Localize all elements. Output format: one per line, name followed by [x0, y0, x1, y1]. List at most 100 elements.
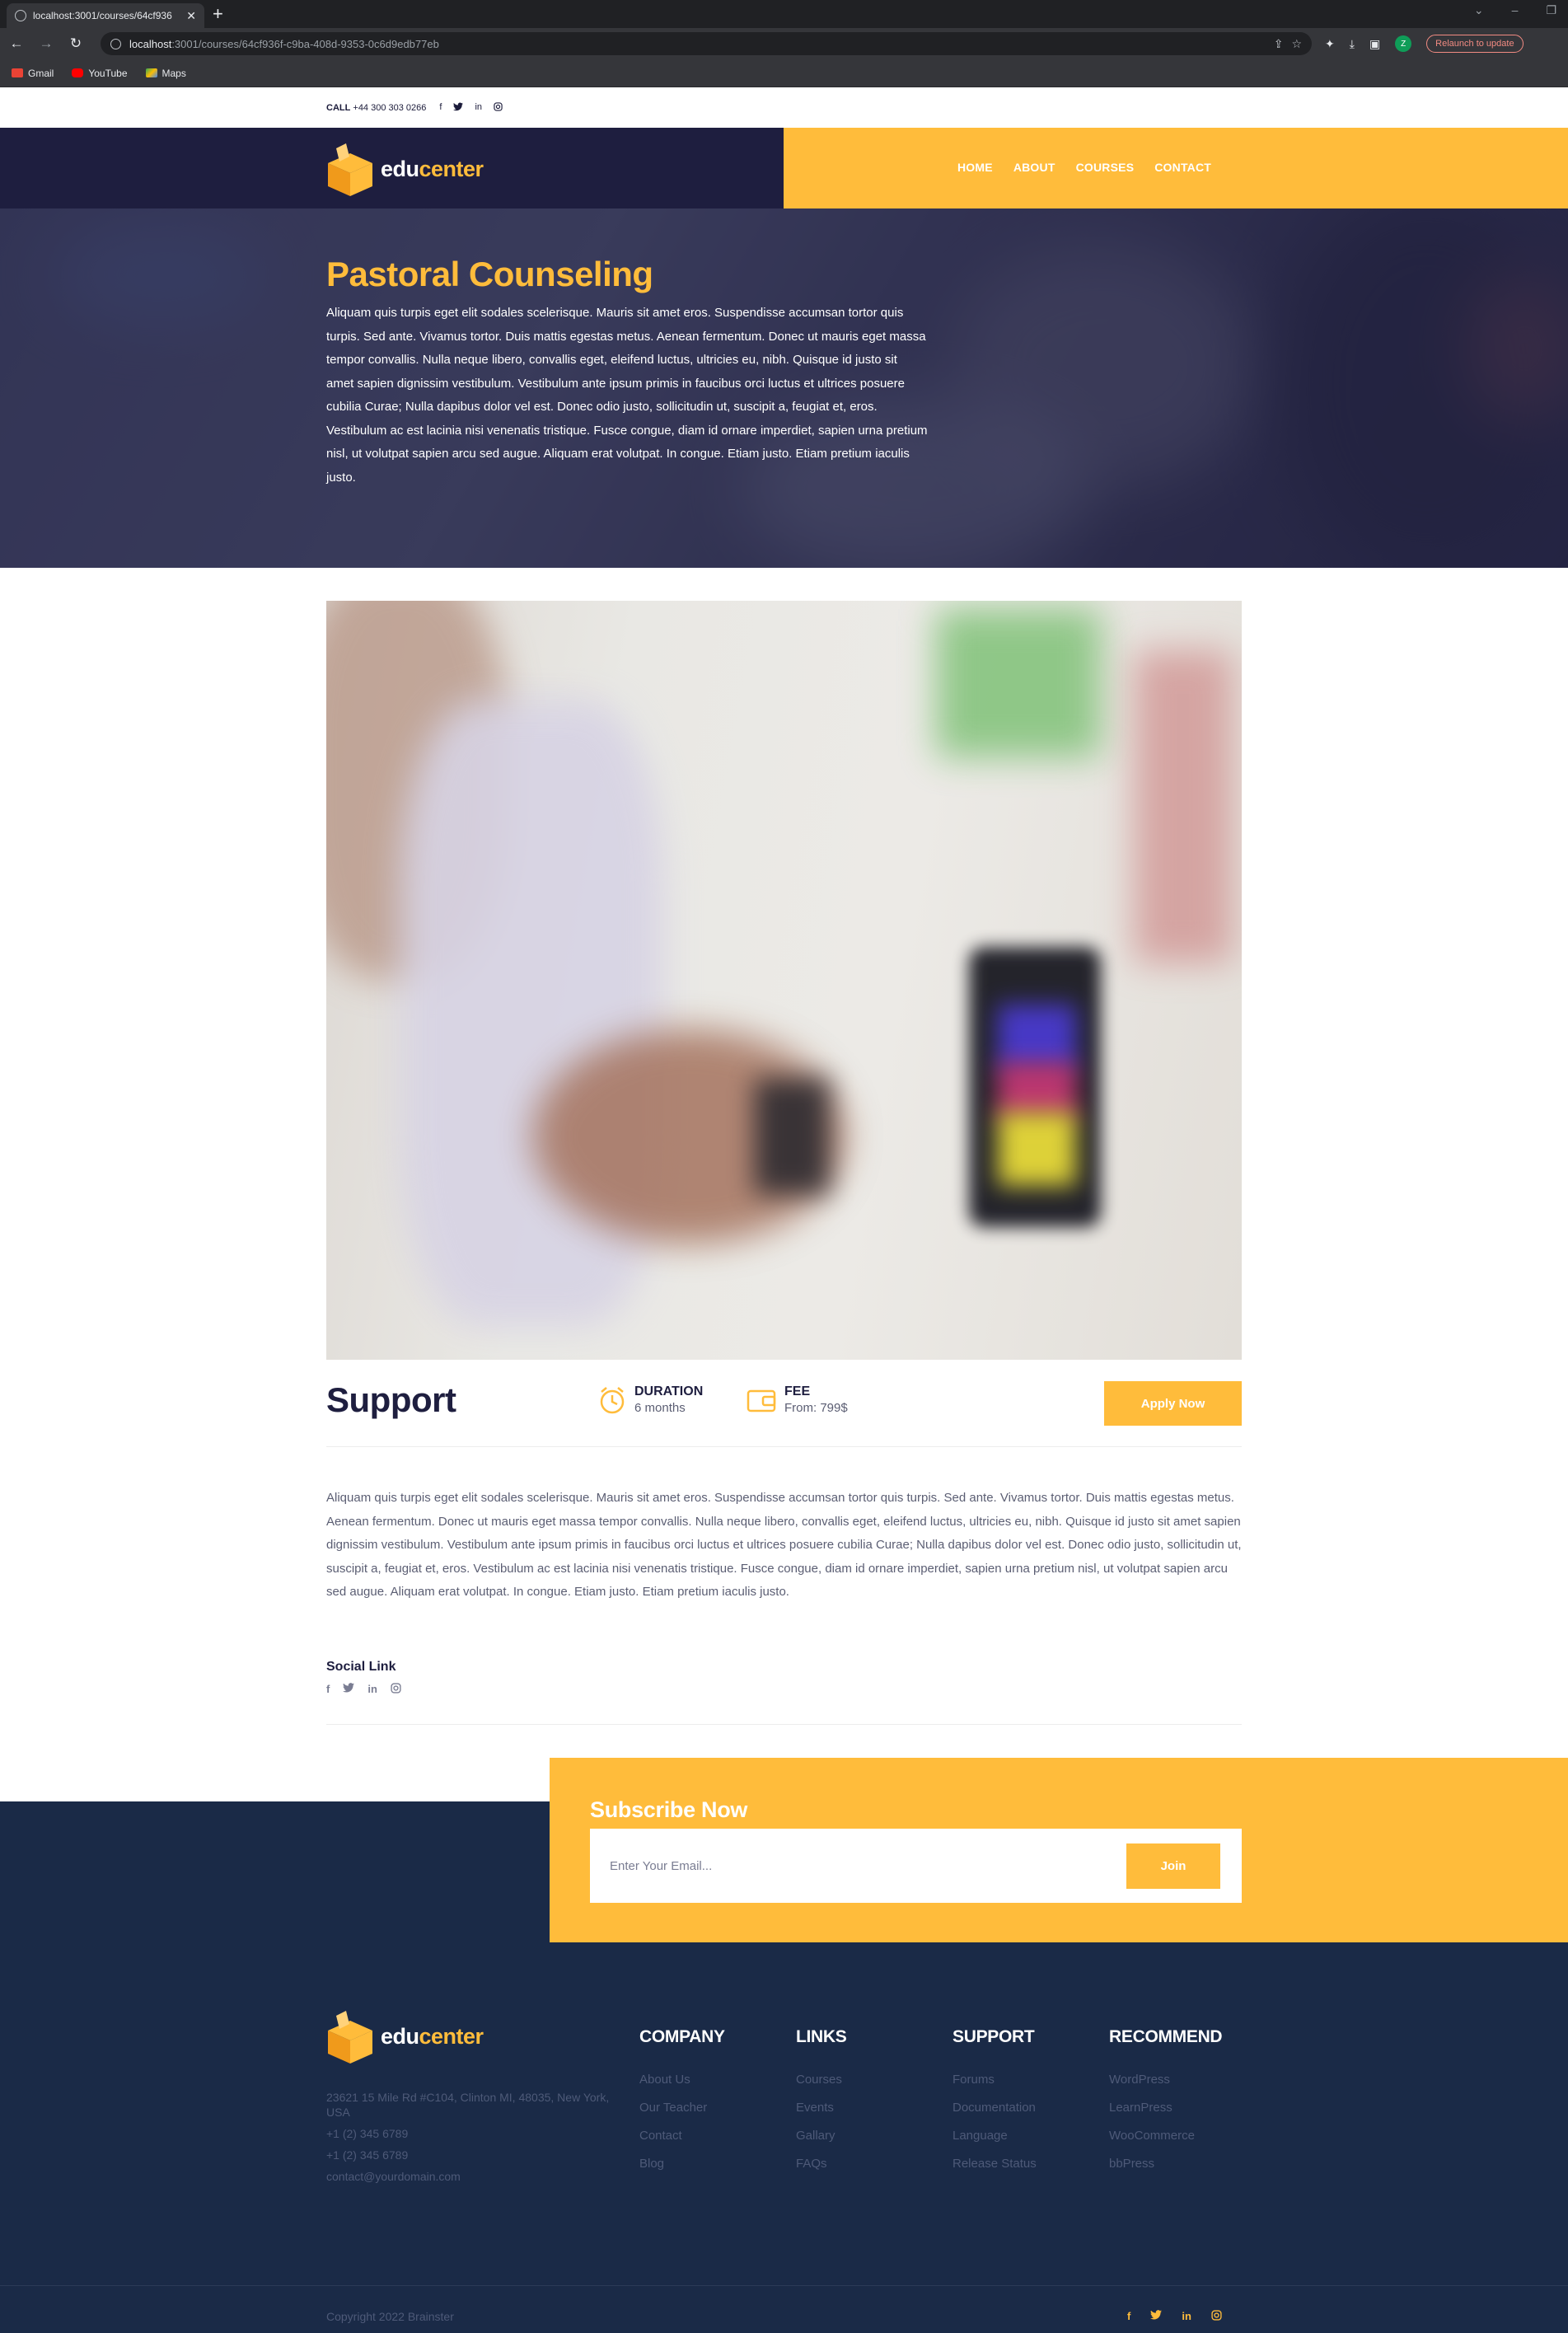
subscribe-box: Subscribe Now Join	[550, 1758, 1568, 1942]
url-text: localhost:3001/courses/64cf936f-c9ba-408…	[129, 38, 1266, 50]
linkedin-icon[interactable]: in	[1182, 2310, 1191, 2323]
footer-link[interactable]: Blog	[639, 2157, 725, 2171]
logo-text-center: center	[419, 156, 484, 181]
twitter-icon[interactable]	[343, 1683, 355, 1696]
nav-about[interactable]: ABOUT	[1013, 161, 1055, 174]
nav-home[interactable]: HOME	[957, 161, 993, 174]
bookmark-maps[interactable]: Maps	[145, 67, 186, 79]
duration-value: 6 months	[634, 1401, 686, 1415]
footer-social-links: f in	[1127, 2310, 1222, 2323]
chevron-down-icon[interactable]: ⌄	[1474, 3, 1484, 17]
subscribe-form: Join	[590, 1829, 1242, 1903]
photo-shape	[936, 609, 1101, 757]
footer-link[interactable]: Contact	[639, 2129, 725, 2143]
footer-address: 23621 15 Mile Rd #C104, Clinton MI, 4803…	[326, 2091, 610, 2119]
globe-icon	[15, 10, 26, 21]
new-tab-button[interactable]: +	[213, 5, 223, 23]
site-header: educenter HOME ABOUT COURSES CONTACT	[0, 128, 1568, 208]
gmail-icon	[12, 68, 23, 77]
facebook-icon[interactable]: f	[439, 102, 442, 114]
photo-shape	[998, 1005, 1076, 1070]
footer-link[interactable]: Language	[953, 2129, 1037, 2143]
course-title: Pastoral Counseling	[326, 255, 653, 293]
browser-tab-bar: localhost:3001/courses/64cf936 ✕ + ⌄ – ❐	[0, 0, 1568, 28]
forward-icon[interactable]: →	[38, 35, 54, 52]
call-info: CALL +44 300 303 0266	[326, 103, 426, 113]
bookmark-youtube[interactable]: YouTube	[72, 67, 128, 79]
top-contact-bar: CALL +44 300 303 0266 f in	[0, 87, 1568, 129]
instagram-icon[interactable]	[1211, 2310, 1222, 2323]
footer-link[interactable]: bbPress	[1109, 2157, 1222, 2171]
linkedin-icon[interactable]: in	[367, 1683, 377, 1696]
footer-link[interactable]: WordPress	[1109, 2073, 1222, 2087]
twitter-icon[interactable]	[453, 102, 464, 114]
footer-link[interactable]: Release Status	[953, 2157, 1037, 2171]
footer-link[interactable]: Documentation	[953, 2101, 1037, 2115]
bookmark-label: Maps	[161, 67, 186, 79]
browser-toolbar: ← → ↻ localhost:3001/courses/64cf936f-c9…	[0, 28, 1568, 59]
footer-link[interactable]: LearnPress	[1109, 2101, 1222, 2115]
course-image	[326, 601, 1242, 1360]
maps-icon	[145, 68, 157, 77]
footer-link[interactable]: Gallary	[796, 2129, 847, 2143]
bookmark-gmail[interactable]: Gmail	[12, 68, 54, 79]
wallet-icon	[747, 1389, 776, 1412]
minimize-icon[interactable]: –	[1512, 3, 1519, 17]
phone-number: +44 300 303 0266	[353, 103, 427, 113]
footer-phone: +1 (2) 345 6789	[326, 2148, 409, 2162]
address-bar[interactable]: localhost:3001/courses/64cf936f-c9ba-408…	[101, 32, 1312, 55]
apply-now-button[interactable]: Apply Now	[1104, 1381, 1242, 1426]
footer-link[interactable]: Courses	[796, 2073, 847, 2087]
url-host: localhost	[129, 37, 172, 50]
course-hero: Pastoral Counseling Aliquam quis turpis …	[0, 208, 1568, 568]
footer-link[interactable]: FAQs	[796, 2157, 847, 2171]
linkedin-icon[interactable]: in	[475, 102, 482, 114]
logo-cube-icon	[328, 143, 372, 196]
share-icon[interactable]: ⇪	[1274, 37, 1284, 51]
footer-column-support: SUPPORT Forums Documentation Language Re…	[953, 2027, 1037, 2185]
call-label: CALL	[326, 103, 351, 113]
fee-label: FEE	[784, 1384, 811, 1398]
side-panel-icon[interactable]: ▣	[1369, 37, 1380, 51]
logo-text-edu: edu	[381, 2023, 419, 2049]
footer-logo[interactable]: educenter	[326, 2009, 484, 2064]
footer-column-title: RECOMMEND	[1109, 2027, 1223, 2046]
fee-info: FEE From: 799$	[747, 1384, 848, 1415]
clock-icon	[600, 1386, 625, 1413]
facebook-icon[interactable]: f	[326, 1683, 330, 1696]
logo-text-center: center	[419, 2023, 484, 2049]
site-logo[interactable]: educenter	[326, 142, 484, 196]
footer-divider	[0, 2285, 1568, 2286]
back-icon[interactable]: ←	[8, 35, 25, 52]
course-description: Aliquam quis turpis eget elit sodales sc…	[326, 1491, 1242, 1599]
footer-email: contact@yourdomain.com	[326, 2170, 461, 2183]
close-tab-icon[interactable]: ✕	[186, 9, 196, 23]
footer-link[interactable]: WooCommerce	[1109, 2129, 1222, 2143]
footer-link[interactable]: About Us	[639, 2073, 725, 2087]
bookmark-label: YouTube	[88, 67, 128, 79]
join-button[interactable]: Join	[1126, 1843, 1220, 1889]
site-info-icon[interactable]	[110, 38, 121, 49]
footer-column-title: LINKS	[796, 2027, 847, 2046]
nav-courses[interactable]: COURSES	[1076, 161, 1135, 174]
download-icon[interactable]: ⤓	[1350, 37, 1355, 51]
instagram-icon[interactable]	[391, 1683, 401, 1696]
bookmark-star-icon[interactable]: ☆	[1291, 37, 1302, 51]
email-input[interactable]	[610, 1853, 1104, 1878]
footer-column-company: COMPANY About Us Our Teacher Contact Blo…	[639, 2027, 725, 2185]
footer-link[interactable]: Our Teacher	[639, 2101, 725, 2115]
extensions-icon[interactable]: ✦	[1325, 37, 1335, 51]
reload-icon[interactable]: ↻	[68, 35, 84, 52]
profile-avatar[interactable]: Z	[1395, 35, 1412, 52]
relaunch-button[interactable]: Relaunch to update	[1426, 35, 1524, 53]
social-links: Social Link f in	[326, 1660, 401, 1696]
footer-link[interactable]: Events	[796, 2101, 847, 2115]
copyright-text: Copyright 2022 Brainster	[326, 2310, 454, 2323]
nav-contact[interactable]: CONTACT	[1154, 161, 1211, 174]
facebook-icon[interactable]: f	[1127, 2310, 1130, 2323]
restore-icon[interactable]: ❐	[1546, 3, 1556, 17]
twitter-icon[interactable]	[1150, 2310, 1163, 2323]
footer-link[interactable]: Forums	[953, 2073, 1037, 2087]
browser-tab[interactable]: localhost:3001/courses/64cf936 ✕	[7, 3, 204, 28]
instagram-icon[interactable]	[494, 102, 503, 114]
